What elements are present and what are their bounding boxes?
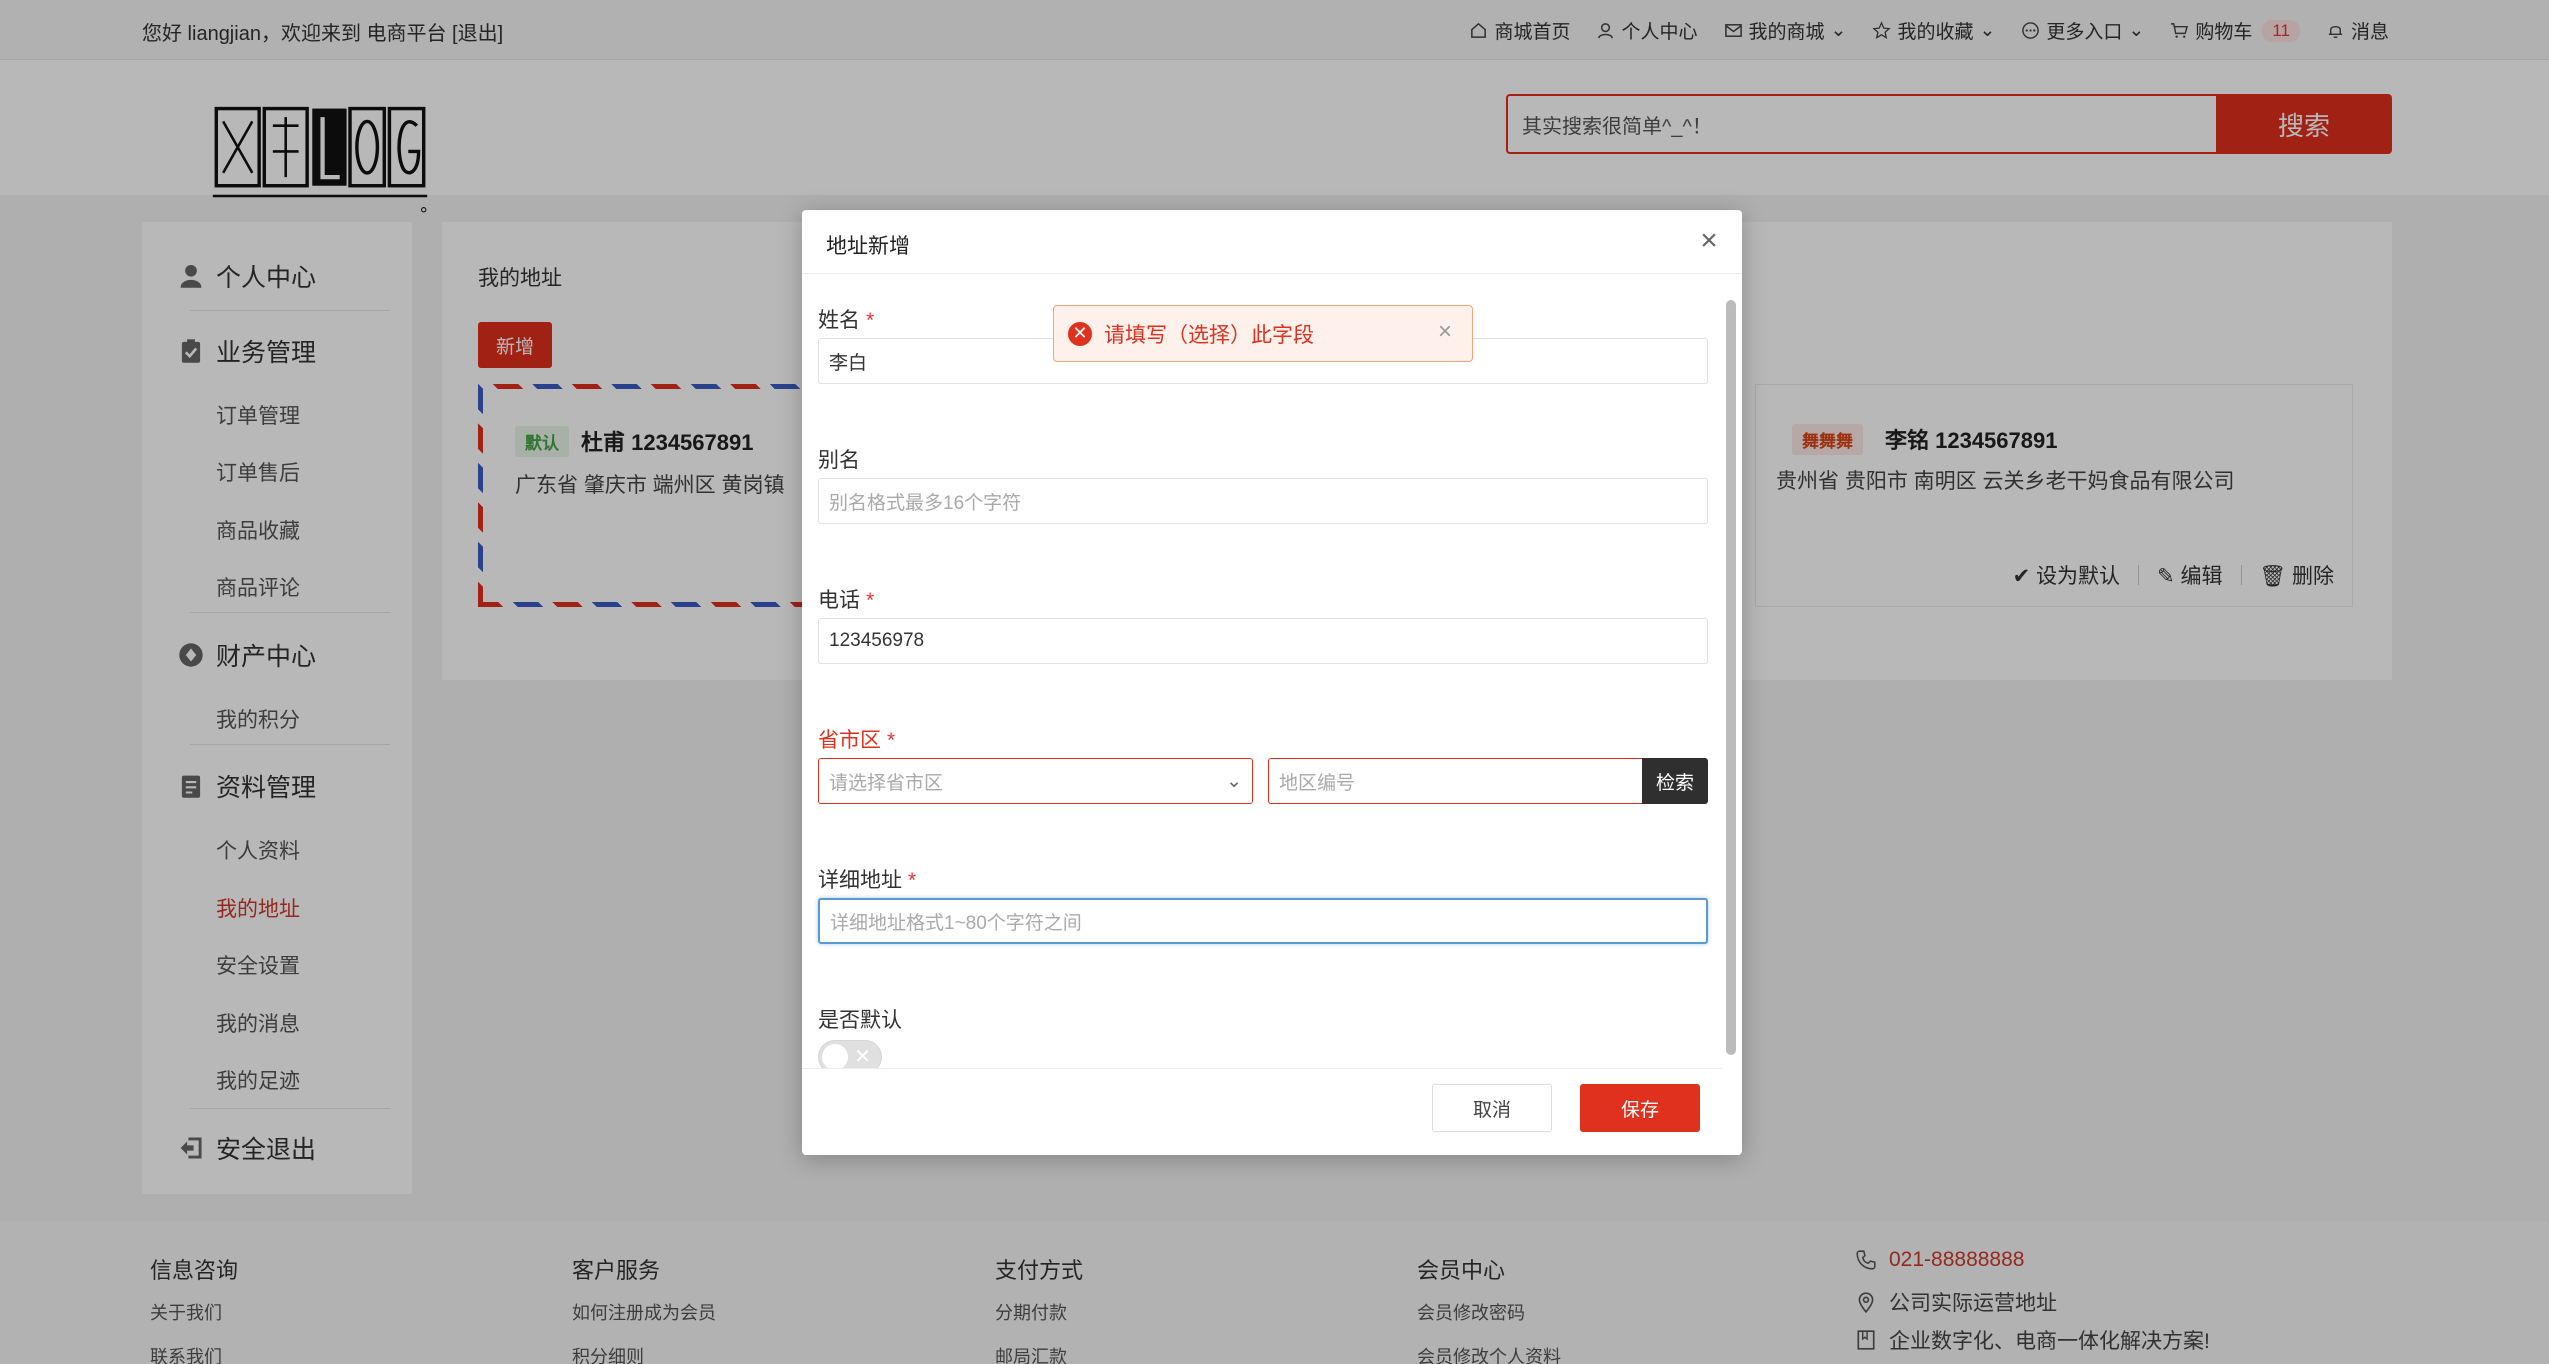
region-label-text: 省市区: [818, 729, 881, 752]
phone-field[interactable]: 123456978: [818, 618, 1708, 664]
region-label: 省市区 *: [818, 724, 895, 754]
phone-label: 电话 *: [818, 584, 874, 614]
error-icon: ✕: [1068, 321, 1092, 346]
name-label-text: 姓名: [818, 309, 860, 332]
phone-value: 123456978: [829, 630, 925, 651]
scrollbar[interactable]: [1726, 300, 1736, 1055]
default-toggle[interactable]: ✕: [818, 1040, 882, 1068]
region-select[interactable]: 请选择省市区 ⌄: [818, 758, 1253, 804]
required-mark: *: [887, 729, 896, 752]
name-label: 姓名 *: [818, 304, 874, 334]
chevron-down-icon: ⌄: [1226, 770, 1242, 792]
detail-address-field[interactable]: 详细地址格式1~80个字符之间: [818, 898, 1708, 944]
toggle-knob: [822, 1044, 848, 1068]
save-button[interactable]: 保存: [1580, 1084, 1700, 1132]
detail-address-label-text: 详细地址: [818, 869, 902, 892]
region-code-placeholder: 地区编号: [1279, 772, 1356, 794]
alias-placeholder: 别名格式最多16个字符: [829, 492, 1022, 514]
validation-tooltip: ✕ 请填写（选择）此字段 ×: [1053, 305, 1473, 362]
default-label: 是否默认: [818, 1009, 902, 1032]
dialog-form: 姓名 * 李白 别名 别名格式最多16个字符 电话 * 123456978 省市区 *…: [802, 274, 1742, 1068]
close-icon[interactable]: ×: [1438, 318, 1452, 346]
close-icon[interactable]: ×: [1696, 226, 1722, 256]
required-mark: *: [908, 869, 917, 892]
detail-address-label: 详细地址 *: [818, 864, 916, 894]
cancel-button[interactable]: 取消: [1432, 1084, 1552, 1132]
alias-field[interactable]: 别名格式最多16个字符: [818, 478, 1708, 524]
required-mark: *: [866, 309, 875, 332]
region-code-input[interactable]: 地区编号: [1268, 758, 1642, 804]
detail-address-placeholder: 详细地址格式1~80个字符之间: [830, 912, 1082, 934]
name-value: 李白: [829, 352, 868, 374]
close-icon: ✕: [854, 1046, 871, 1068]
region-placeholder: 请选择省市区: [829, 772, 944, 794]
required-mark: *: [866, 589, 875, 612]
dialog-title: 地址新增: [826, 235, 910, 258]
alias-label: 别名: [818, 449, 860, 472]
divider: [802, 1068, 1722, 1069]
phone-label-text: 电话: [818, 589, 860, 612]
region-search-button[interactable]: 检索: [1642, 758, 1708, 804]
validation-message: 请填写（选择）此字段: [1104, 323, 1314, 347]
